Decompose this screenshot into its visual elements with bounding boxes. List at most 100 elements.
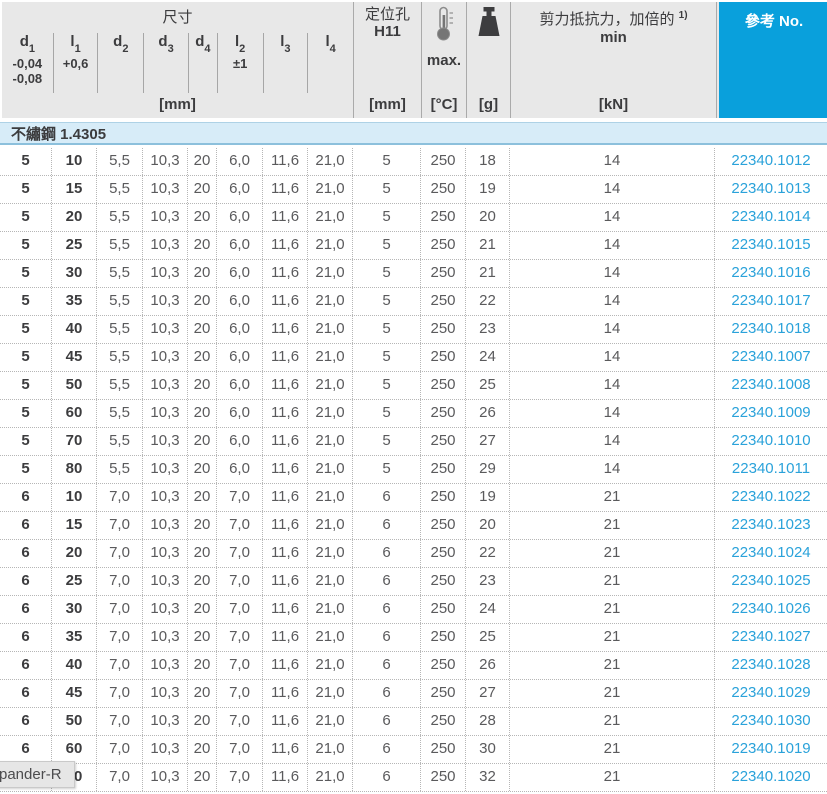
weight-unit-label: [g] — [466, 96, 511, 113]
reference-header-label: 參考 No. — [719, 10, 827, 31]
table-cell: 11,6 — [263, 260, 308, 287]
table-cell: 5,5 — [97, 232, 143, 259]
ref-link[interactable]: 22340.1018 — [715, 316, 827, 343]
table-cell: 11,6 — [263, 204, 308, 231]
table-cell: 23 — [466, 568, 510, 595]
size-column-d4: d4 — [189, 33, 218, 93]
column-label: d3 — [144, 33, 188, 56]
table-cell: 6,0 — [217, 148, 263, 175]
table-cell: 20 — [188, 316, 217, 343]
table-row: 6157,010,3207,011,621,06250202122340.102… — [0, 512, 827, 540]
ref-link[interactable]: 22340.1024 — [715, 540, 827, 567]
ref-link[interactable]: 22340.1030 — [715, 708, 827, 735]
table-cell: 250 — [421, 624, 466, 651]
table-cell: 250 — [421, 456, 466, 483]
table-cell: 10,3 — [143, 288, 188, 315]
table-cell: 35 — [52, 288, 97, 315]
ref-link[interactable]: 22340.1013 — [715, 176, 827, 203]
ref-link[interactable]: 22340.1027 — [715, 624, 827, 651]
table-cell: 5 — [353, 316, 421, 343]
column-label: d4 — [189, 33, 217, 56]
table-header: 尺寸 d1-0,04-0,08l1+0,6d2d3d4l2±1l3l4 [mm]… — [2, 2, 827, 118]
table-cell: 7,0 — [217, 708, 263, 735]
table-row: 5805,510,3206,011,621,05250291422340.101… — [0, 456, 827, 484]
ref-link[interactable]: 22340.1008 — [715, 372, 827, 399]
ref-link[interactable]: 22340.1016 — [715, 260, 827, 287]
table-cell: 10,3 — [143, 680, 188, 707]
table-cell: 6,0 — [217, 260, 263, 287]
table-cell: 5 — [353, 428, 421, 455]
table-cell: 10,3 — [143, 372, 188, 399]
table-cell: 27 — [466, 428, 510, 455]
ref-link[interactable]: 22340.1015 — [715, 232, 827, 259]
table-cell: 50 — [52, 708, 97, 735]
table-cell: 6 — [0, 736, 52, 763]
table-cell: 14 — [510, 260, 715, 287]
table-cell: 6 — [0, 708, 52, 735]
table-cell: 20 — [188, 708, 217, 735]
ref-link[interactable]: 22340.1011 — [715, 456, 827, 483]
tolerance-label: -0,08 — [2, 71, 53, 86]
table-cell: 5 — [353, 232, 421, 259]
table-cell: 5,5 — [97, 400, 143, 427]
table-cell: 10,3 — [143, 624, 188, 651]
table-cell: 5 — [0, 176, 52, 203]
tolerance-label: ±1 — [218, 56, 263, 71]
column-label: l4 — [308, 33, 353, 56]
column-label: l2 — [218, 33, 263, 56]
ref-link[interactable]: 22340.1020 — [715, 764, 827, 791]
table-cell: 7,0 — [97, 764, 143, 791]
table-cell: 5 — [0, 204, 52, 231]
table-cell: 21,0 — [308, 652, 353, 679]
table-cell: 24 — [466, 596, 510, 623]
table-cell: 14 — [510, 204, 715, 231]
table-row: 5155,510,3206,011,621,05250191422340.101… — [0, 176, 827, 204]
table-row: 6607,010,3207,011,621,06250302122340.101… — [0, 736, 827, 764]
ref-link[interactable]: 22340.1028 — [715, 652, 827, 679]
table-cell: 250 — [421, 484, 466, 511]
table-cell: 5 — [353, 344, 421, 371]
table-cell: 5 — [0, 232, 52, 259]
size-column-l1: l1+0,6 — [54, 33, 99, 93]
table-cell: 20 — [188, 148, 217, 175]
table-row: 6357,010,3207,011,621,06250252122340.102… — [0, 624, 827, 652]
table-cell: 21,0 — [308, 736, 353, 763]
thermometer-icon — [433, 6, 455, 47]
ref-link[interactable]: 22340.1014 — [715, 204, 827, 231]
table-cell: 6 — [353, 652, 421, 679]
ref-link[interactable]: 22340.1007 — [715, 344, 827, 371]
table-cell: 10 — [52, 148, 97, 175]
table-cell: 32 — [466, 764, 510, 791]
table-cell: 250 — [421, 288, 466, 315]
ref-link[interactable]: 22340.1017 — [715, 288, 827, 315]
table-cell: 10,3 — [143, 568, 188, 595]
ref-link[interactable]: 22340.1023 — [715, 512, 827, 539]
table-cell: 40 — [52, 316, 97, 343]
table-cell: 7,0 — [97, 624, 143, 651]
ref-link[interactable]: 22340.1010 — [715, 428, 827, 455]
ref-link[interactable]: 22340.1022 — [715, 484, 827, 511]
ref-link[interactable]: 22340.1012 — [715, 148, 827, 175]
table-cell: 20 — [188, 484, 217, 511]
table-cell: 250 — [421, 680, 466, 707]
table-cell: 5,5 — [97, 148, 143, 175]
ref-link[interactable]: 22340.1025 — [715, 568, 827, 595]
table-cell: 60 — [52, 400, 97, 427]
ref-link[interactable]: 22340.1019 — [715, 736, 827, 763]
table-cell: 25 — [466, 372, 510, 399]
table-cell: 7,0 — [97, 484, 143, 511]
table-cell: 27 — [466, 680, 510, 707]
table-cell: 10 — [52, 484, 97, 511]
ref-link[interactable]: 22340.1029 — [715, 680, 827, 707]
table-cell: 6 — [353, 512, 421, 539]
table-cell: 250 — [421, 372, 466, 399]
table-cell: 6 — [353, 708, 421, 735]
ref-link[interactable]: 22340.1026 — [715, 596, 827, 623]
shear-column-header: 剪力抵抗力，加倍的 1) min [kN] — [510, 2, 717, 118]
table-cell: 7,0 — [97, 652, 143, 679]
table-cell: 7,0 — [217, 764, 263, 791]
table-row: 6207,010,3207,011,621,06250222122340.102… — [0, 540, 827, 568]
ref-link[interactable]: 22340.1009 — [715, 400, 827, 427]
size-column-l4: l4 — [308, 33, 353, 93]
table-cell: 10,3 — [143, 708, 188, 735]
